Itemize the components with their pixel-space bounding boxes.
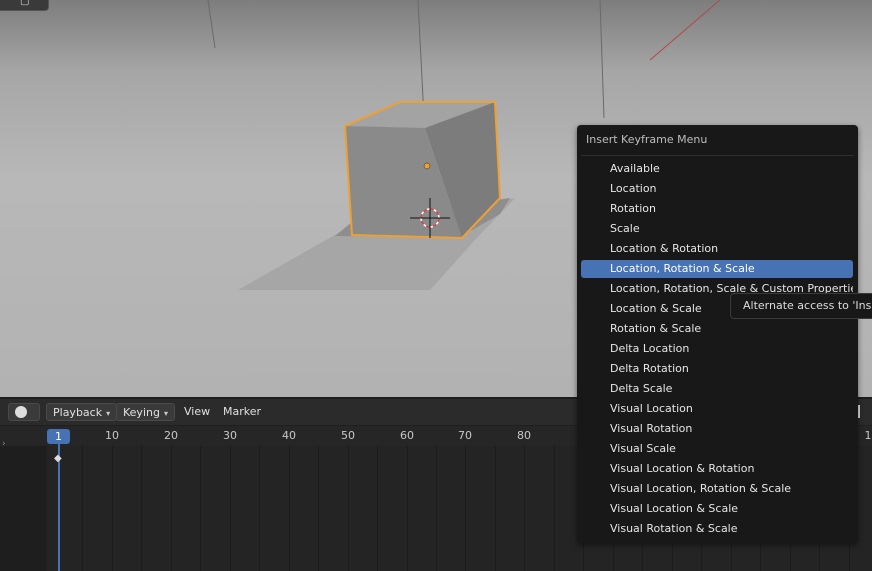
view-icon: ▢ — [20, 0, 30, 7]
menu-divider — [581, 155, 854, 156]
keyframe-diamond-icon[interactable]: ◆ — [54, 453, 62, 464]
menu-item[interactable]: Location, Rotation & Scale — [581, 260, 853, 278]
expand-arrow-icon[interactable]: › — [2, 439, 6, 449]
ruler-tick: 30 — [223, 429, 237, 442]
chevron-down-icon: ▾ — [163, 409, 168, 418]
playback-menu[interactable]: Playback ▾ — [46, 403, 118, 421]
clock-icon — [15, 406, 27, 418]
editor-type-button[interactable]: ▾ — [8, 403, 40, 436]
keying-label: Keying — [123, 406, 160, 419]
ruler-tick: 20 — [164, 429, 178, 442]
x-axis-line — [649, 0, 721, 61]
menu-item[interactable]: Rotation & Scale — [581, 320, 853, 338]
menu-title: Insert Keyframe Menu — [586, 133, 708, 146]
ruler-tick: 10 — [105, 429, 119, 442]
menu-item[interactable]: Delta Location — [581, 340, 853, 358]
header-toggle[interactable]: ▢ — [0, 0, 49, 11]
keying-menu[interactable]: Keying ▾ — [116, 403, 175, 421]
ruler-tick: 60 — [400, 429, 414, 442]
menu-item[interactable]: Visual Rotation — [581, 420, 853, 438]
tooltip: Alternate access to 'Insert — [730, 293, 872, 319]
insert-keyframe-menu: Insert Keyframe Menu Available Location Ro… — [577, 125, 858, 543]
menu-item[interactable]: Location & Rotation — [581, 240, 853, 258]
menu-item[interactable]: Visual Scale — [581, 440, 853, 458]
object-origin — [423, 162, 431, 170]
menu-item[interactable]: Available — [581, 160, 853, 178]
menu-item[interactable]: Location — [581, 180, 853, 198]
menu-item[interactable]: Visual Location & Rotation — [581, 460, 853, 478]
menu-item[interactable]: Visual Location & Scale — [581, 500, 853, 518]
chevron-down-icon: ▾ — [106, 409, 111, 418]
pre-range-shade — [0, 446, 47, 571]
menu-item[interactable]: Rotation — [581, 200, 853, 218]
playback-label: Playback — [53, 406, 103, 419]
view-menu[interactable]: View — [178, 403, 216, 421]
current-frame-indicator[interactable]: 1 — [47, 429, 70, 444]
menu-item[interactable]: Visual Rotation & Scale — [581, 520, 853, 538]
menu-item[interactable]: Scale — [581, 220, 853, 238]
menu-item[interactable]: Delta Scale — [581, 380, 853, 398]
menu-item[interactable]: Delta Rotation — [581, 360, 853, 378]
light-line — [417, 0, 425, 119]
menu-item[interactable]: Visual Location — [581, 400, 853, 418]
ruler-tick: 1 — [864, 429, 872, 442]
marker-menu[interactable]: Marker — [217, 403, 267, 421]
light-line — [599, 0, 605, 119]
ruler-tick: 40 — [282, 429, 296, 442]
ruler-tick: 80 — [517, 429, 531, 442]
light-line — [207, 0, 216, 49]
menu-item[interactable]: Visual Location, Rotation & Scale — [581, 480, 853, 498]
ruler-tick: 70 — [458, 429, 472, 442]
ruler-tick: 50 — [341, 429, 355, 442]
